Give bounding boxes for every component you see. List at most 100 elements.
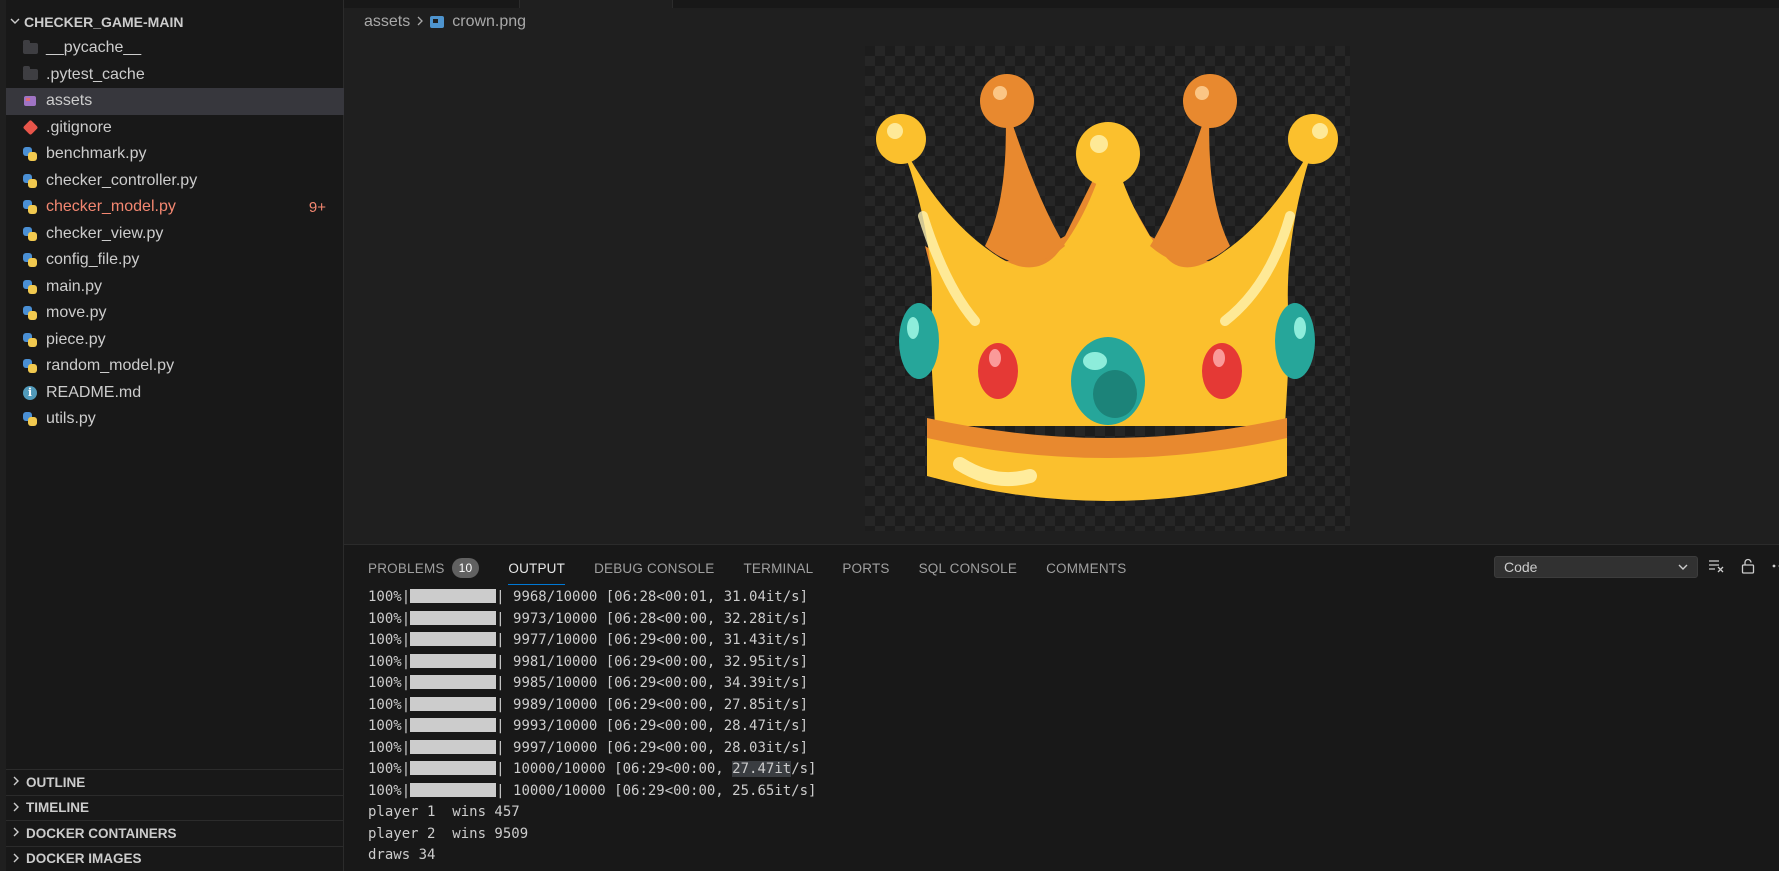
git-icon [22,119,38,136]
image-folder-icon [22,93,38,109]
file-tree: __pycache__ .pytest_cache assets .gitign… [6,35,344,433]
chevron-right-icon [6,852,26,866]
python-icon [22,332,38,348]
folder-icon [22,39,38,56]
output-line: 100%| | 9993/10000 [06:29<00:00, 28.47it/… [368,718,809,734]
tree-item-label: utils.py [46,410,96,428]
progress-bar [410,761,497,775]
tree-item-label: checker_view.py [46,224,164,242]
tree-item-readme[interactable]: i README.md [6,380,344,407]
problems-count-badge: 10 [451,558,480,578]
progress-bar [410,739,497,754]
tree-item-label: README.md [46,383,142,401]
output-line: 100%| | 9977/10000 [06:29<00:00, 31.43it/… [368,632,809,648]
section-docker-containers[interactable]: DOCKER CONTAINERS [6,820,344,846]
tab-problems[interactable]: PROBLEMS 10 [368,555,480,581]
progress-bar [410,653,497,668]
explorer-root-folder[interactable]: CHECKER_GAME-MAIN [6,10,336,34]
breadcrumb-folder[interactable]: assets [364,13,410,31]
tree-item-checker-controller[interactable]: checker_controller.py [6,168,344,195]
output-line: 100%| | 9997/10000 [06:29<00:00, 28.03it/… [368,739,809,756]
tree-item-pycache[interactable]: __pycache__ [6,35,344,62]
output-line: draws 34 [368,847,436,863]
tree-item-gitignore[interactable]: .gitignore [6,115,344,142]
section-label: DOCKER IMAGES [26,851,142,867]
tree-item-assets[interactable]: assets [6,88,344,115]
panel-tab-bar: PROBLEMS 10 OUTPUT DEBUG CONSOLE TERMINA… [368,555,1155,585]
tree-item-label: checker_model.py [46,198,176,216]
python-icon [22,411,38,427]
progress-bar [410,675,497,689]
chevron-right-icon [6,826,26,840]
editor-tab-active[interactable] [519,0,673,8]
tree-item-main[interactable]: main.py [6,274,344,301]
tree-item-pytest-cache[interactable]: .pytest_cache [6,62,344,89]
python-icon [22,252,38,268]
tree-item-label: random_model.py [46,357,175,375]
tab-label: PROBLEMS [368,560,445,576]
tree-item-label: piece.py [46,330,106,348]
tree-item-label: checker_controller.py [46,171,198,189]
output-log: 100%| | 9968/10000 [06:28<00:01, 31.04it/… [368,587,1768,867]
output-line: 100%| | 9973/10000 [06:28<00:00, 32.28it/… [368,610,809,627]
output-line: 100%| | 9981/10000 [06:29<00:00, 32.95it/… [368,653,809,670]
output-channel-select[interactable]: Code [1494,556,1698,578]
section-outline[interactable]: OUTLINE [6,769,344,795]
tab-sql-console[interactable]: SQL CONSOLE [919,555,1017,581]
chevron-down-icon [1677,560,1689,572]
image-file-icon [430,16,445,28]
sidebar-sections: OUTLINE TIMELINE DOCKER CONTAINERS DOCKE… [6,769,344,871]
tree-item-label: main.py [46,277,103,295]
lock-icon[interactable] [1738,556,1758,576]
problem-count-badge: 9+ [308,198,326,216]
progress-bar [410,718,497,732]
output-channel-value: Code [1504,559,1538,575]
chevron-right-icon [416,14,424,31]
section-label: TIMELINE [26,800,89,816]
python-icon [22,305,38,321]
output-line: 100%| | 9985/10000 [06:29<00:00, 34.39it/… [368,675,809,691]
output-line: 100%| | 10000/10000 [06:29<00:00, 27.47it… [368,761,817,777]
progress-bar [410,782,497,797]
tab-output[interactable]: OUTPUT [508,555,565,585]
tree-item-piece[interactable]: piece.py [6,327,344,354]
section-label: OUTLINE [26,774,86,790]
python-icon [22,358,38,374]
tree-item-move[interactable]: move.py [6,300,344,327]
progress-bar [410,589,497,603]
tree-item-label: move.py [46,304,107,322]
output-line: 100%| | 10000/10000 [06:29<00:00, 25.65it… [368,782,817,799]
bottom-panel: PROBLEMS 10 OUTPUT DEBUG CONSOLE TERMINA… [344,544,1779,871]
tab-terminal[interactable]: TERMINAL [743,555,813,581]
editor-tab-strip [344,0,1779,8]
info-icon: i [22,385,38,401]
tab-comments[interactable]: COMMENTS [1046,555,1126,581]
progress-bar [410,610,497,625]
tab-ports[interactable]: PORTS [842,555,889,581]
output-line: player 2 wins 9509 [368,825,529,842]
tab-debug-console[interactable]: DEBUG CONSOLE [594,555,714,581]
section-docker-images[interactable]: DOCKER IMAGES [6,845,344,871]
more-actions-icon[interactable] [1770,556,1779,576]
tree-item-random-model[interactable]: random_model.py [6,353,344,380]
breadcrumb: assets crown.png [364,12,526,32]
breadcrumb-file[interactable]: crown.png [452,13,526,31]
tree-item-checker-model[interactable]: checker_model.py 9+ [6,194,344,221]
progress-bar [410,632,497,646]
python-icon [22,226,38,242]
tree-item-label: .gitignore [46,118,112,136]
python-icon [22,173,38,189]
chevron-down-icon [6,15,24,29]
crown-image [876,74,1338,501]
tree-item-utils[interactable]: utils.py [6,406,344,433]
tree-item-label: benchmark.py [46,145,147,163]
section-label: DOCKER CONTAINERS [26,825,177,841]
tree-item-config-file[interactable]: config_file.py [6,247,344,274]
tree-item-benchmark[interactable]: benchmark.py [6,141,344,168]
folder-icon [22,66,38,83]
clear-output-icon[interactable] [1706,556,1726,576]
output-line: 100%| | 9989/10000 [06:29<00:00, 27.85it/… [368,696,809,713]
panel-actions [1706,556,1779,576]
section-timeline[interactable]: TIMELINE [6,794,344,821]
tree-item-checker-view[interactable]: checker_view.py [6,221,344,248]
